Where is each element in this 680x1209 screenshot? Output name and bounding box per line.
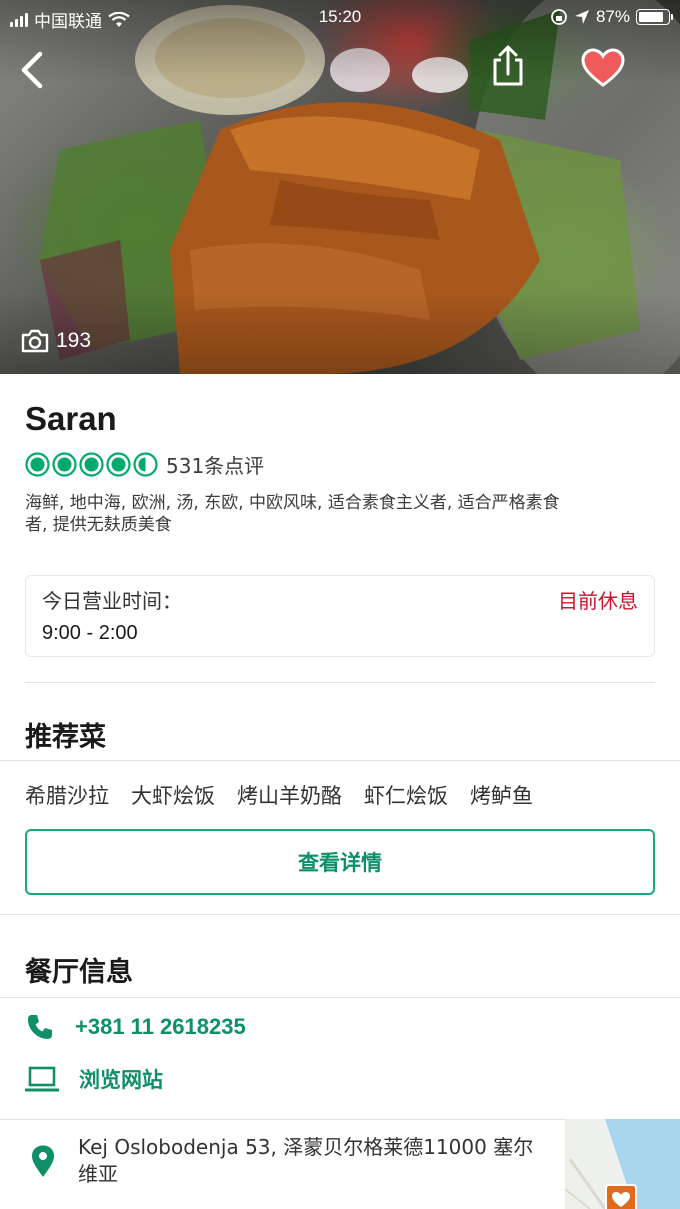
recommended-dishes-title: 推荐菜 bbox=[25, 722, 106, 753]
photo-count-value: 193 bbox=[56, 329, 92, 352]
phone-icon bbox=[27, 1015, 52, 1039]
location-arrow-icon bbox=[574, 10, 589, 24]
hours-card[interactable]: 今日营业时间： 目前休息 9:00 - 2:00 bbox=[25, 575, 655, 657]
dish-item[interactable]: 烤山羊奶酪 bbox=[237, 780, 342, 810]
review-count[interactable]: 531条点评 bbox=[166, 450, 264, 479]
battery-percent: 87% bbox=[595, 7, 630, 26]
hours-label: 今日营业时间： bbox=[42, 589, 182, 613]
divider bbox=[0, 914, 680, 915]
heart-icon bbox=[612, 1192, 630, 1207]
hero-gradient-overlay bbox=[0, 0, 680, 374]
laptop-icon bbox=[25, 1066, 59, 1092]
rotation-lock-icon bbox=[551, 9, 567, 25]
battery-level-fill bbox=[639, 12, 664, 22]
restaurant-info-title: 餐厅信息 bbox=[25, 957, 133, 988]
rating-row[interactable]: 531条点评 bbox=[25, 450, 264, 479]
recommended-dishes-list: 希腊沙拉 大虾烩饭 烤山羊奶酪 虾仁烩饭 烤鲈鱼 bbox=[25, 780, 533, 810]
dish-item[interactable]: 希腊沙拉 bbox=[25, 780, 109, 810]
divider bbox=[0, 760, 680, 761]
divider bbox=[25, 682, 655, 683]
dish-item[interactable]: 虾仁烩饭 bbox=[364, 780, 448, 810]
map-thumbnail[interactable] bbox=[565, 1119, 680, 1209]
cuisine-tags: 海鲜, 地中海, 欧洲, 汤, 东欧, 中欧风味, 适合素食主义者, 适合严格素… bbox=[25, 493, 560, 535]
hours-value: 9:00 - 2:00 bbox=[42, 622, 138, 644]
rating-bubble-icon bbox=[25, 452, 50, 477]
status-bar: 中国联通 15:20 87% bbox=[0, 0, 680, 36]
phone-number[interactable]: +381 11 2618235 bbox=[75, 1014, 246, 1040]
website-link[interactable]: 浏览网站 bbox=[79, 1064, 163, 1094]
divider bbox=[0, 997, 680, 998]
battery-icon bbox=[636, 9, 673, 25]
rating-bubble-icon bbox=[79, 452, 104, 477]
dish-item[interactable]: 大虾烩饭 bbox=[131, 780, 215, 810]
location-pin-icon bbox=[32, 1145, 54, 1177]
restaurant-detail-page: 中国联通 15:20 87% 193 Saran 531条点评 海鲜, 地中海,… bbox=[0, 0, 680, 1209]
camera-icon bbox=[21, 329, 49, 353]
website-row[interactable]: 浏览网站 bbox=[25, 1064, 163, 1094]
photo-count-badge[interactable]: 193 bbox=[20, 328, 91, 354]
heart-icon[interactable] bbox=[580, 48, 626, 88]
back-icon[interactable] bbox=[14, 48, 54, 92]
hero-photo[interactable]: 中国联通 15:20 87% 193 bbox=[0, 0, 680, 374]
map-heart-marker-icon[interactable] bbox=[605, 1184, 637, 1209]
rating-bubble-icon bbox=[106, 452, 131, 477]
open-status: 目前休息 bbox=[558, 589, 638, 613]
dish-item[interactable]: 烤鲈鱼 bbox=[470, 780, 533, 810]
rating-bubbles bbox=[25, 452, 158, 477]
phone-row[interactable]: +381 11 2618235 bbox=[25, 1012, 246, 1042]
view-details-button[interactable]: 查看详情 bbox=[25, 829, 655, 895]
rating-bubble-icon bbox=[133, 452, 158, 477]
restaurant-name: Saran bbox=[25, 400, 117, 437]
address-row[interactable]: Kej Oslobodenja 53, 泽蒙贝尔格莱德11000 塞尔维亚 bbox=[30, 1134, 548, 1188]
rating-bubble-icon bbox=[52, 452, 77, 477]
share-icon[interactable] bbox=[486, 44, 530, 88]
address-text: Kej Oslobodenja 53, 泽蒙贝尔格莱德11000 塞尔维亚 bbox=[78, 1135, 534, 1186]
